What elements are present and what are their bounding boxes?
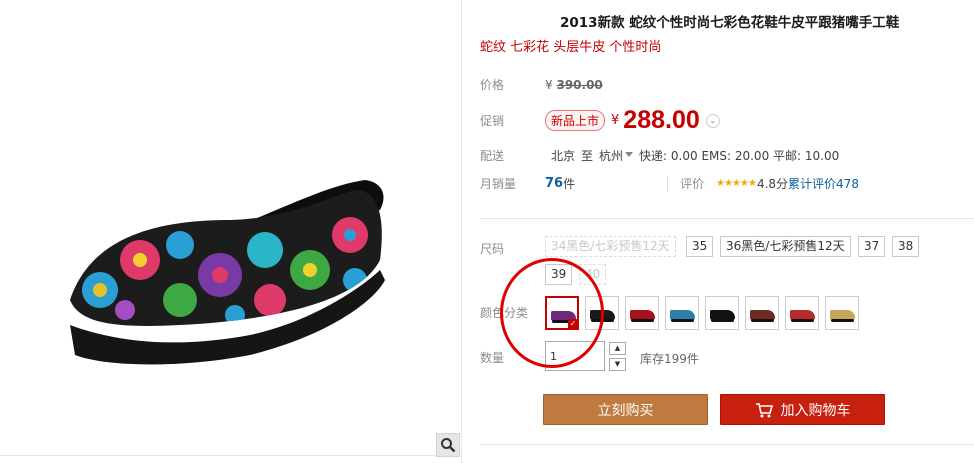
sales-label: 月销量	[480, 177, 517, 191]
ship-to-word: 至	[581, 149, 594, 163]
promo-price: 288.00	[623, 106, 700, 134]
buy-now-label: 立刻购买	[597, 402, 654, 419]
size-option[interactable]: 37	[858, 236, 886, 257]
increment-icon[interactable]: ▲	[609, 342, 626, 355]
buy-now-button[interactable]: 立刻购买	[543, 394, 708, 425]
review-link[interactable]: 累计评价478	[788, 175, 859, 192]
product-title: 2013新款 蛇纹个性时尚七彩色花鞋牛皮平跟猪嘴手工鞋	[560, 15, 900, 31]
price-label: 价格	[480, 78, 505, 92]
caret-down-icon[interactable]	[625, 152, 634, 157]
shipping-fees: 快递: 0.00 EMS: 20.00 平邮: 10.00	[639, 149, 840, 163]
ship-to-select[interactable]: 杭州	[599, 147, 623, 164]
promo-label: 促销	[480, 114, 505, 128]
original-price-value: 390.00	[556, 77, 603, 92]
currency: ¥	[611, 113, 620, 128]
rating-label: 评价	[680, 177, 705, 191]
color-swatch[interactable]	[785, 296, 819, 330]
add-to-cart-label: 加入购物车	[780, 402, 851, 419]
color-swatch[interactable]	[745, 296, 779, 330]
thumbnail-sole	[671, 319, 694, 322]
color-swatch[interactable]	[705, 296, 739, 330]
color-swatch[interactable]	[625, 296, 659, 330]
currency: ¥	[545, 77, 553, 92]
separator	[667, 176, 669, 191]
shipping-row: 配送 北京 至 杭州 快递: 0.00 EMS: 20.00 平邮: 10.00	[480, 147, 845, 164]
promo-row: 促销 新品上市 ¥ 288.00 ⌄	[480, 106, 720, 135]
decrement-icon[interactable]: ▼	[609, 358, 626, 371]
size-option[interactable]: 36黑色/七彩预售12天	[720, 236, 851, 257]
thumbnail-sole	[631, 319, 654, 322]
original-price: ¥ 390.00	[545, 78, 603, 92]
size-label-row: 尺码	[480, 240, 545, 257]
cart-icon	[755, 402, 773, 417]
product-info: 2013新款 蛇纹个性时尚七彩色花鞋牛皮平跟猪嘴手工鞋 蛇纹 七彩花 头层牛皮 …	[480, 0, 974, 463]
size-option[interactable]: 34黑色/七彩预售12天	[545, 236, 676, 257]
chevron-down-icon[interactable]: ⌄	[705, 113, 720, 128]
divider	[480, 218, 974, 219]
sales-unit: 件	[563, 177, 576, 191]
star-rating-icon: ★★★★★	[716, 178, 757, 189]
size-option[interactable]: 38	[892, 236, 920, 257]
shipping-label: 配送	[480, 149, 505, 163]
color-swatch[interactable]	[665, 296, 699, 330]
highlight-circle	[500, 258, 604, 368]
rating-score: 4.8分	[756, 177, 789, 191]
zoom-button[interactable]	[436, 433, 460, 457]
divider	[0, 455, 462, 456]
price-row: 价格 ¥ 390.00	[480, 76, 603, 93]
add-to-cart-button[interactable]: 加入购物车	[720, 394, 885, 425]
sales-count: 76	[545, 176, 564, 191]
size-option[interactable]: 35	[686, 236, 714, 257]
promo-badge: 新品上市	[545, 110, 606, 131]
ship-from: 北京	[551, 149, 576, 163]
sales-row: 月销量 76 件 评价 ★★★★★ 4.8分 累计评价478	[480, 175, 859, 192]
thumbnail-sole	[831, 319, 854, 322]
magnifier-icon	[441, 438, 456, 453]
divider	[480, 444, 974, 445]
thumbnail-sole	[791, 319, 814, 322]
product-subtitle: 蛇纹 七彩花 头层牛皮 个性时尚	[480, 40, 662, 55]
thumbnail-sole	[711, 319, 734, 322]
product-image[interactable]	[30, 150, 430, 400]
color-swatch[interactable]	[825, 296, 859, 330]
size-label: 尺码	[480, 242, 505, 256]
stock-count: 库存199件	[640, 352, 699, 366]
thumbnail-sole	[751, 319, 774, 322]
product-gallery	[0, 0, 462, 463]
